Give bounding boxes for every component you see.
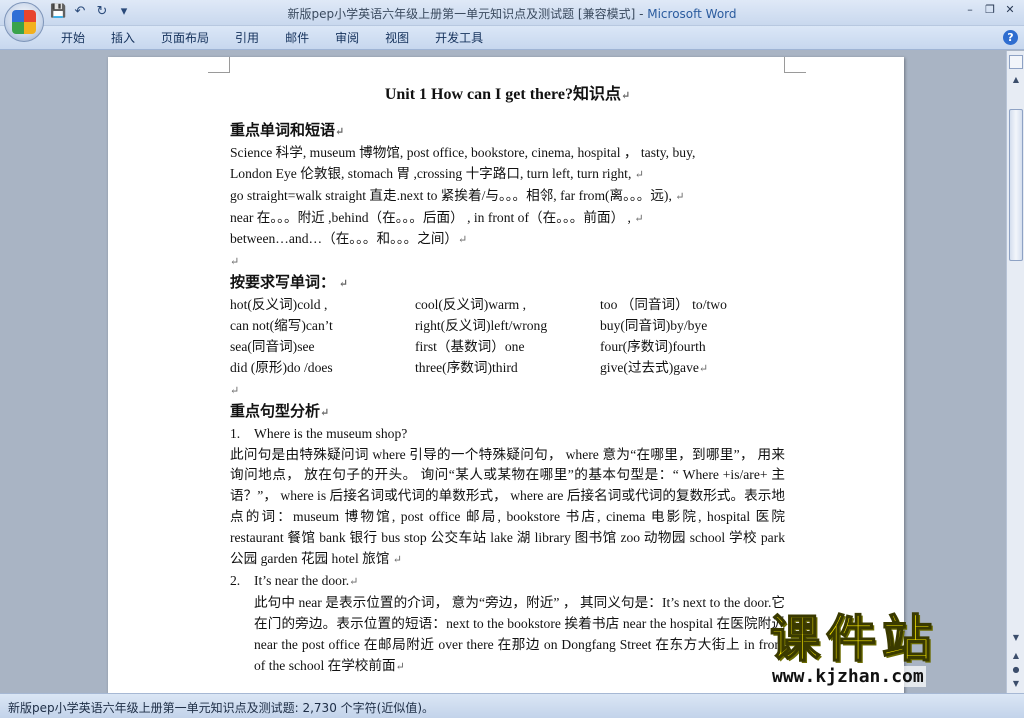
scroll-up-icon[interactable]: ▲ [1009,73,1023,87]
document-area[interactable]: Unit 1 How can I get there?知识点↵ 重点单词和短语↵… [0,51,1006,693]
tab-home[interactable]: 开始 [48,26,98,50]
document-page[interactable]: Unit 1 How can I get there?知识点↵ 重点单词和短语↵… [108,57,904,693]
word-count-status[interactable]: 新版pep小学英语六年级上册第一单元知识点及测试题: 2,730 个字符(近似值… [8,701,434,715]
heading-sentence-analysis: 重点句型分析↵ [230,403,330,420]
help-icon[interactable]: ? [1003,30,1018,45]
tab-references[interactable]: 引用 [222,26,272,50]
tab-insert[interactable]: 插入 [98,26,148,50]
vertical-scrollbar[interactable]: ▲ ▼ ▲ ● ▼ [1006,51,1024,693]
window-title: 新版pep小学英语六年级上册第一单元知识点及测试题 [兼容模式] - Micro… [0,5,1024,22]
analysis-paragraph: 此问句是由特殊疑问词 where 引导的一个特殊疑问句， where 意为“在哪… [230,446,785,567]
minimize-button[interactable]: – [962,3,978,17]
close-button[interactable]: ✕ [1002,3,1018,17]
vocab-line: between…and…（在。。。和。。。之间）↵ [230,231,468,247]
empty-paragraph: ↵ [230,384,240,397]
view-ruler-icon[interactable] [1009,55,1023,69]
crop-mark-top-left [208,57,230,73]
title-bar: 💾 ↶ ↻ ▾ 新版pep小学英语六年级上册第一单元知识点及测试题 [兼容模式]… [0,0,1024,42]
watermark-url: www.kjzhan.com [770,666,926,687]
vocab-line: near 在。。。附近 ,behind（在。。。后面） , in front o… [230,209,644,225]
list-item: 1. Where is the museum shop? [230,425,408,441]
tab-view[interactable]: 视图 [372,26,422,50]
watermark-logo: 课件站 www.kjzhan.com [769,610,1024,702]
word-row: did (原形)do /does three(序数词)third give(过去式)… [230,359,709,375]
list-item: 2. It’s near the door.↵ [230,572,359,588]
tab-page-layout[interactable]: 页面布局 [148,26,222,50]
watermark-text: 课件站 [769,610,938,668]
window-controls: – ❐ ✕ [962,3,1018,17]
doc-title: Unit 1 How can I get there?知识点↵ [384,86,631,103]
heading-write-words: 按要求写单词： ↵ [230,275,348,292]
tab-review[interactable]: 审阅 [322,26,372,50]
vocab-line: go straight=walk straight 直走.next to 紧挨着… [230,187,685,203]
tab-mailings[interactable]: 邮件 [272,26,322,50]
restore-button[interactable]: ❐ [982,3,998,17]
scrollbar-thumb[interactable] [1009,109,1023,261]
vocab-line: Science 科学, museum 博物馆, post office, boo… [230,144,696,160]
word-row: can not(缩写)can’t right(反义词)left/wrong buy(… [230,318,708,334]
app-name: Microsoft Word [647,7,737,21]
document-content[interactable]: Unit 1 How can I get there?知识点↵ 重点单词和短语↵… [230,85,785,677]
vocab-line: London Eye 伦敦银, stomach 胃 ,crossing 十字路口… [230,165,644,181]
ribbon-tabs: 开始 插入 页面布局 引用 邮件 审阅 视图 开发工具 [48,26,496,50]
word-row: hot(反义词)cold , cool(反义词)warm , too （同音词） t… [230,297,727,313]
office-button[interactable] [4,2,44,42]
empty-paragraph: ↵ [230,256,240,269]
analysis-paragraph: 此句中 near 是表示位置的介词， 意为“旁边，附近” ， 其同义句是：It’… [254,594,785,673]
heading-vocabulary: 重点单词和短语↵ [230,122,345,139]
ribbon: 开始 插入 页面布局 引用 邮件 审阅 视图 开发工具 ? [0,26,1024,50]
tab-developer[interactable]: 开发工具 [422,26,496,50]
crop-mark-top-right [784,57,806,73]
office-logo-icon [12,10,36,34]
word-row: sea(同音词)see first（基数词）one four(序数词)fourth [230,338,706,354]
document-name: 新版pep小学英语六年级上册第一单元知识点及测试题 [兼容模式] - [287,7,648,21]
